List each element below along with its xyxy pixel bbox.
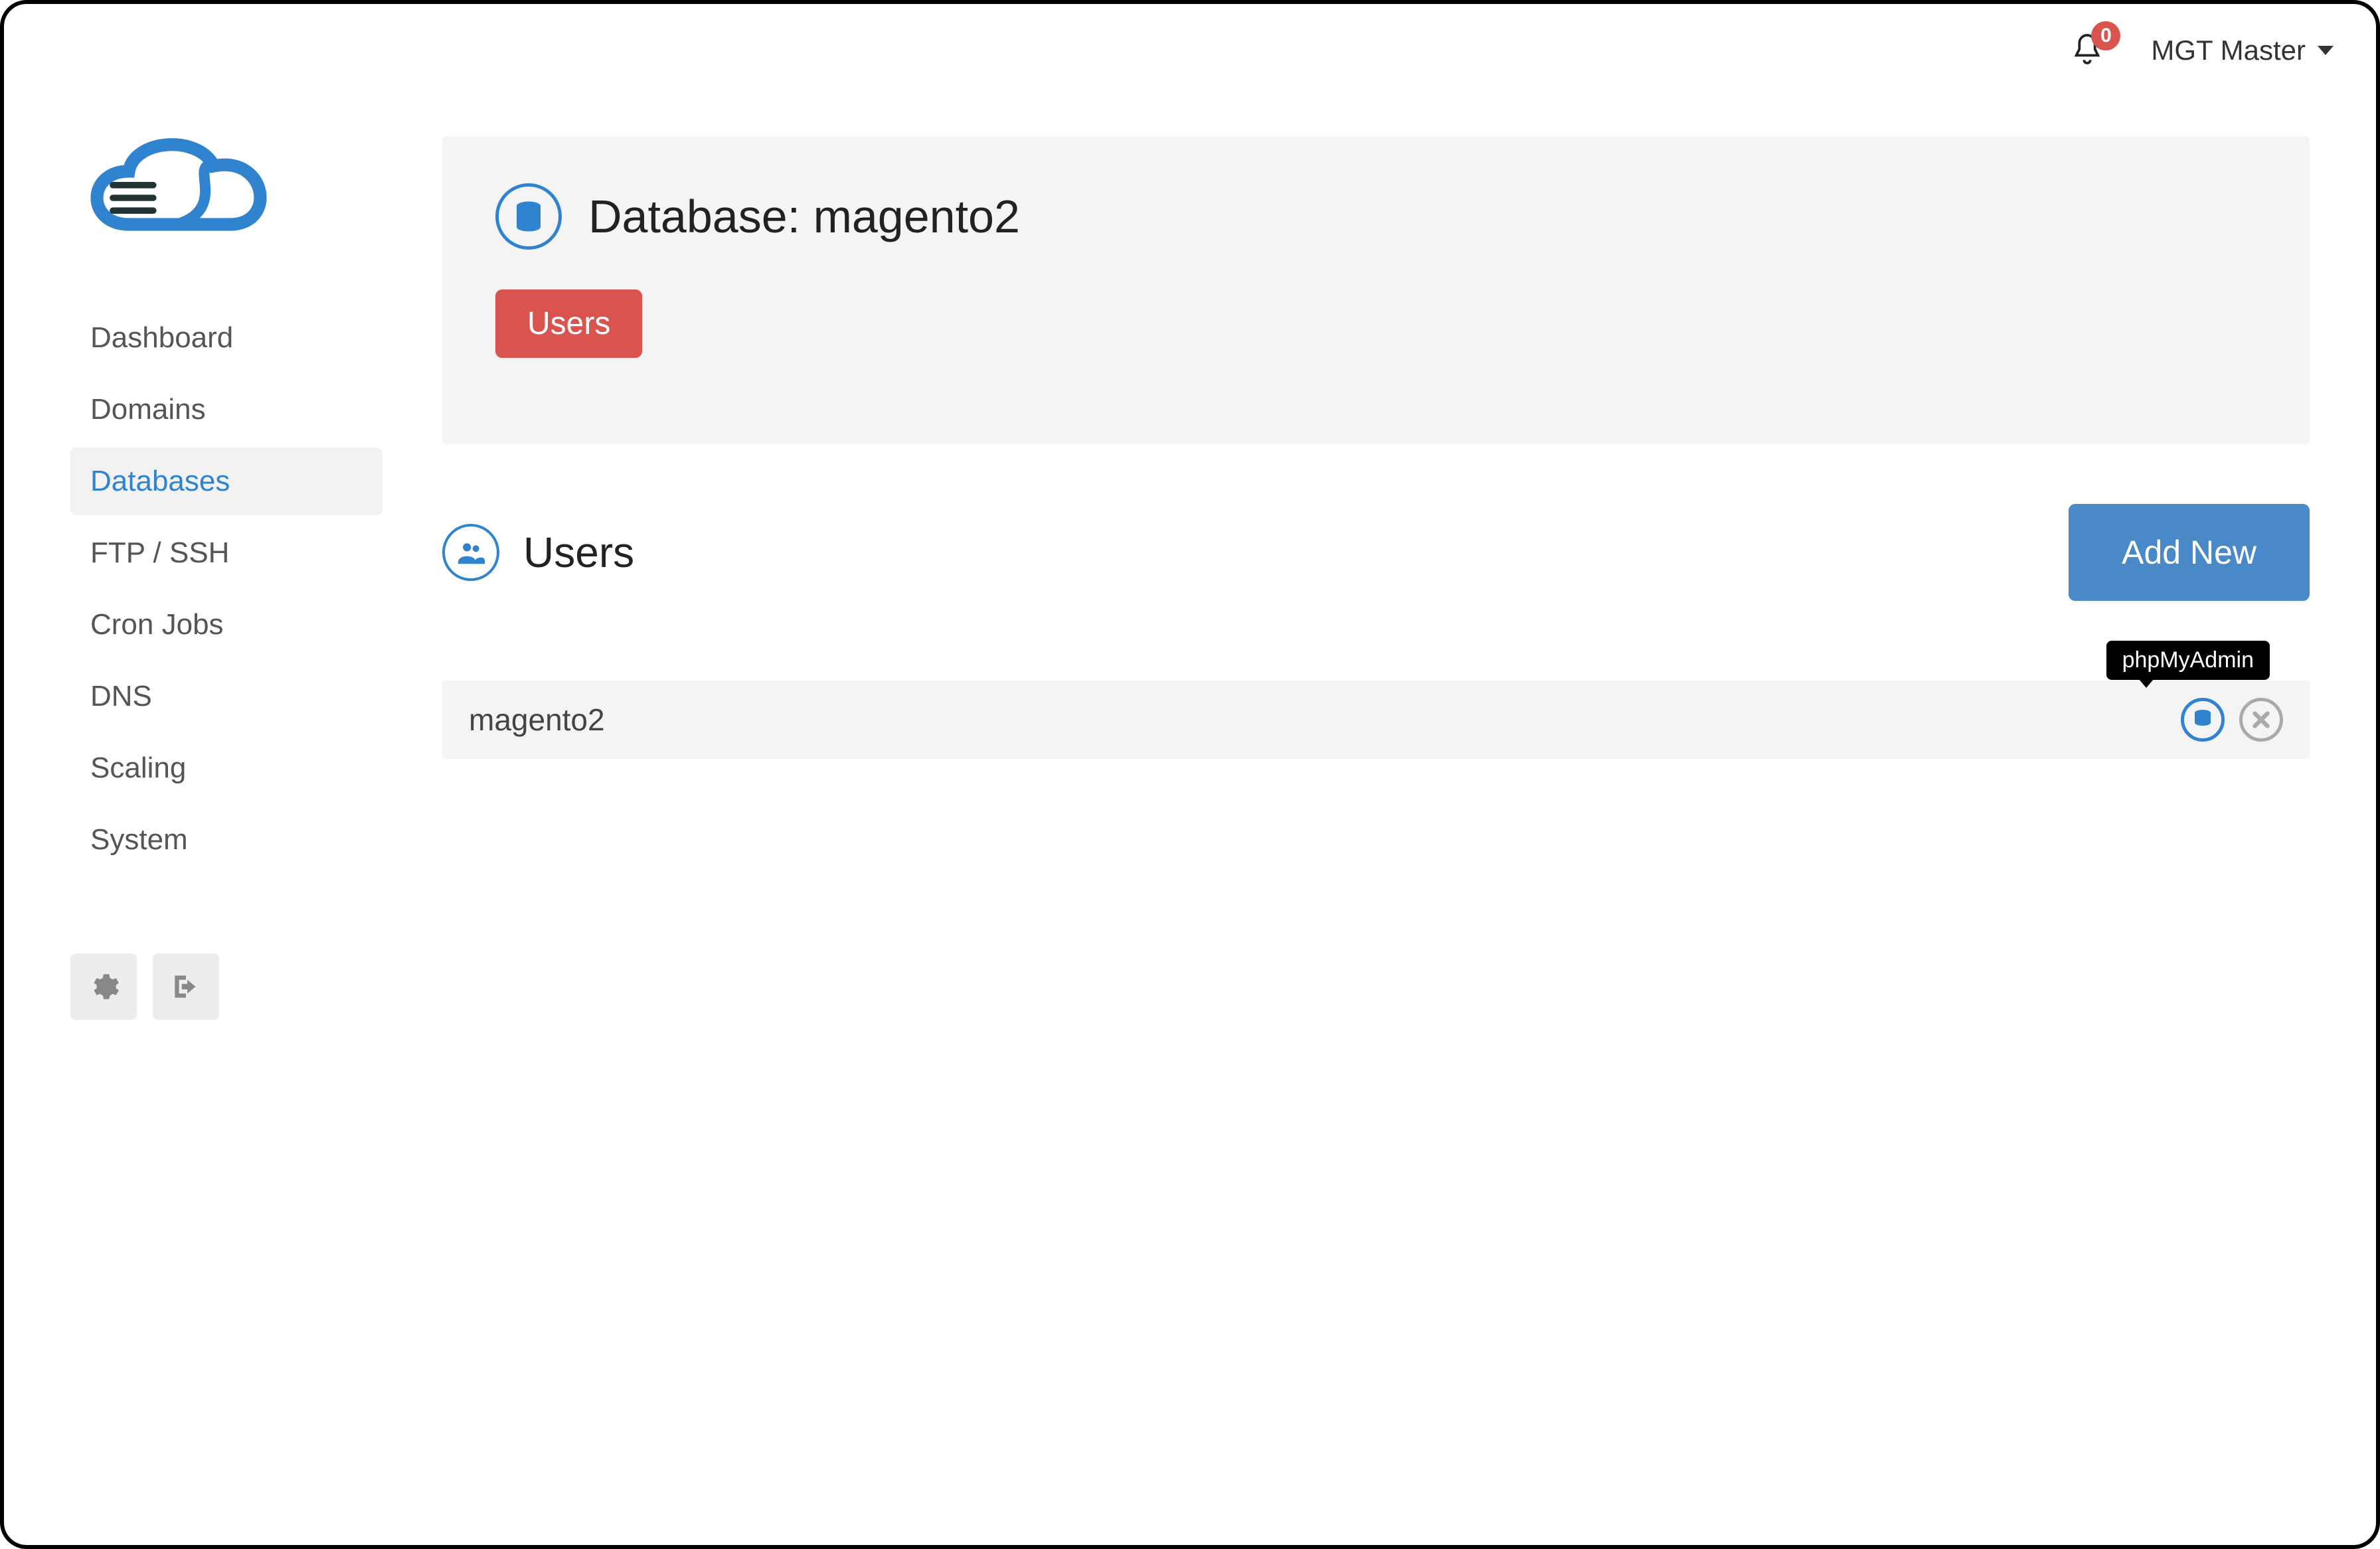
sidebar-item-label: Domains bbox=[90, 393, 206, 426]
sidebar-item-label: Dashboard bbox=[90, 321, 233, 354]
notification-badge: 0 bbox=[2091, 21, 2120, 50]
list-item: phpMyAdmin magento2 bbox=[442, 681, 2310, 759]
settings-button[interactable] bbox=[70, 953, 137, 1020]
cloud-logo-icon bbox=[70, 123, 283, 251]
user-menu-label: MGT Master bbox=[2151, 35, 2306, 66]
section-title: Users bbox=[442, 524, 634, 581]
page-title: Database: magento2 bbox=[588, 190, 1020, 243]
tab-users[interactable]: Users bbox=[495, 289, 642, 358]
section-title-text: Users bbox=[523, 528, 634, 577]
sidebar-item-label: Scaling bbox=[90, 752, 186, 784]
logo bbox=[70, 123, 283, 251]
database-icon bbox=[2191, 708, 2215, 732]
close-icon bbox=[2249, 707, 2274, 732]
user-name: magento2 bbox=[469, 702, 605, 738]
page-title-value: magento2 bbox=[813, 191, 1020, 242]
delete-button[interactable] bbox=[2239, 698, 2283, 742]
sidebar-item-dns[interactable]: DNS bbox=[70, 663, 382, 730]
sidebar-item-cron-jobs[interactable]: Cron Jobs bbox=[70, 591, 382, 659]
notifications-button[interactable]: 0 bbox=[2069, 31, 2108, 70]
sidebar-item-domains[interactable]: Domains bbox=[70, 376, 382, 444]
sidebar-item-label: Cron Jobs bbox=[90, 608, 224, 641]
add-new-button[interactable]: Add New bbox=[2069, 504, 2310, 601]
app-window: 0 MGT Master Dashboard Domains Databases… bbox=[0, 0, 2380, 1549]
database-header-card: Database: magento2 Users bbox=[442, 137, 2310, 444]
sidebar-item-label: System bbox=[90, 823, 188, 856]
gear-icon bbox=[87, 970, 120, 1003]
add-new-label: Add New bbox=[2122, 534, 2256, 571]
users-section: Users Add New phpMyAdmin magento2 bbox=[442, 504, 2310, 759]
sidebar-item-ftp-ssh[interactable]: FTP / SSH bbox=[70, 519, 382, 587]
logout-icon bbox=[169, 970, 203, 1003]
sidebar-item-dashboard[interactable]: Dashboard bbox=[70, 304, 382, 372]
tab-label: Users bbox=[527, 306, 610, 341]
topbar: 0 MGT Master bbox=[4, 4, 2376, 97]
logout-button[interactable] bbox=[153, 953, 219, 1020]
user-menu[interactable]: MGT Master bbox=[2151, 35, 2334, 66]
sidebar-footer bbox=[70, 953, 382, 1020]
sidebar-item-label: FTP / SSH bbox=[90, 536, 229, 569]
sidebar-item-system[interactable]: System bbox=[70, 806, 382, 874]
sidebar-item-label: Databases bbox=[90, 465, 230, 497]
section-header: Users Add New bbox=[442, 504, 2310, 601]
page-title-prefix: Database: bbox=[588, 191, 813, 242]
chevron-down-icon bbox=[2318, 46, 2334, 55]
main-content: Database: magento2 Users bbox=[442, 137, 2310, 759]
phpmyadmin-button[interactable] bbox=[2181, 698, 2225, 742]
users-icon bbox=[442, 524, 499, 581]
sidebar: Dashboard Domains Databases FTP / SSH Cr… bbox=[70, 123, 382, 1020]
row-actions bbox=[2181, 698, 2283, 742]
tooltip: phpMyAdmin bbox=[2106, 641, 2270, 680]
users-list: phpMyAdmin magento2 bbox=[442, 681, 2310, 759]
sidebar-item-databases[interactable]: Databases bbox=[70, 448, 382, 515]
sidebar-item-label: DNS bbox=[90, 680, 152, 712]
database-icon bbox=[495, 183, 562, 250]
page-title-row: Database: magento2 bbox=[495, 183, 2256, 250]
nav-list: Dashboard Domains Databases FTP / SSH Cr… bbox=[70, 304, 382, 874]
sidebar-item-scaling[interactable]: Scaling bbox=[70, 734, 382, 802]
